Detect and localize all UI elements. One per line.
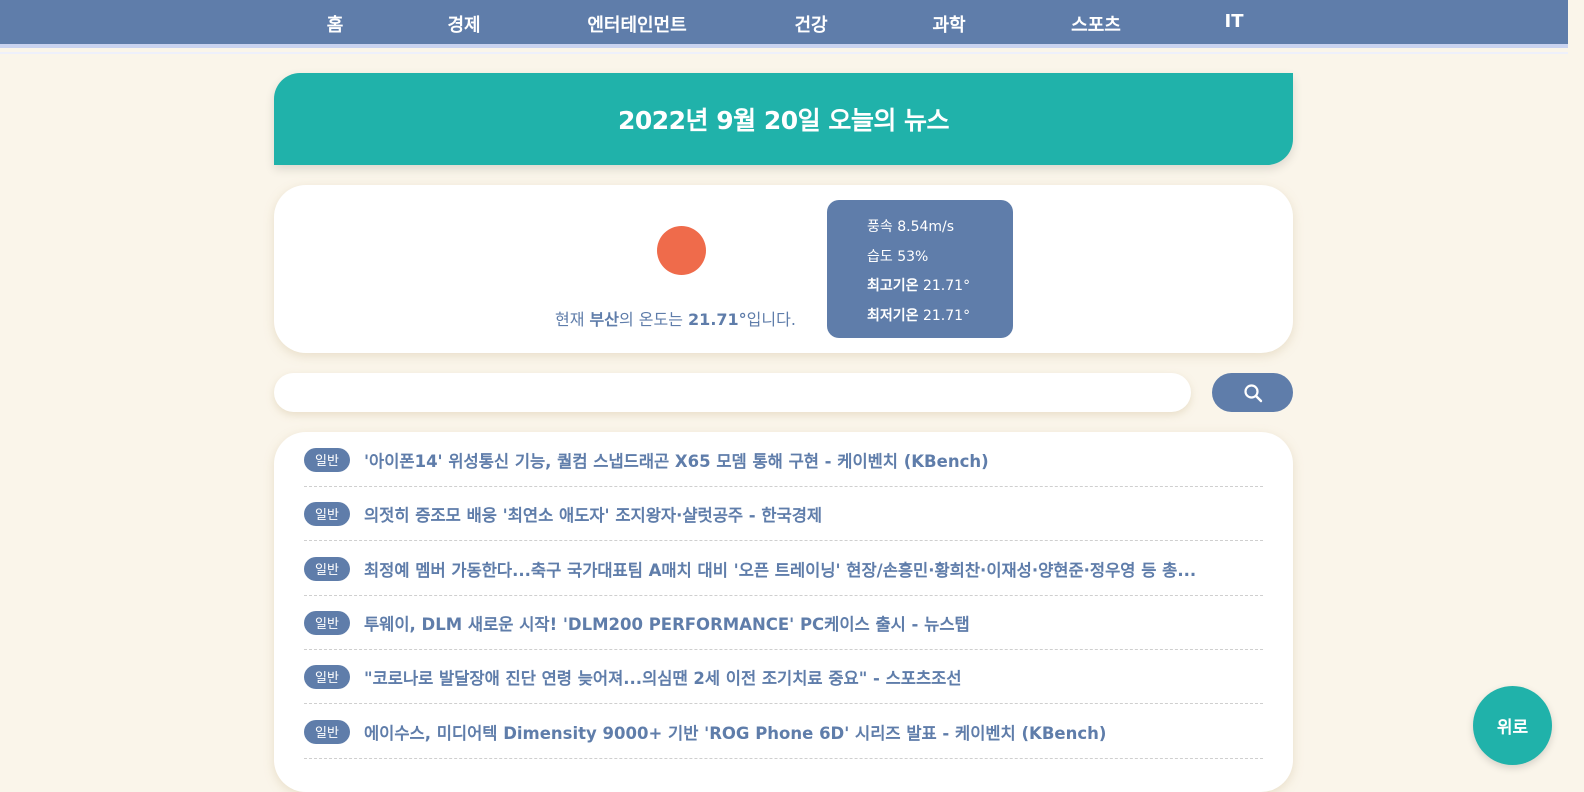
weather-stats: 풍속 8.54m/s 습도 53% 최고기온 21.71° 최저기온 21.71… <box>827 200 1013 338</box>
wind-stat: 풍속 8.54m/s <box>867 216 954 236</box>
news-title-link[interactable]: '아이폰14' 위성통신 기능, 퀄컴 스냅드래곤 X65 모뎀 통해 구현 -… <box>364 448 989 472</box>
min-temp-label: 최저기온 <box>867 308 919 324</box>
news-title-link[interactable]: 투웨이, DLM 새로운 시작! 'DLM200 PERFORMANCE' PC… <box>364 611 970 635</box>
category-badge: 일반 <box>304 664 350 689</box>
humidity-value: 53% <box>897 249 929 265</box>
nav-item-science[interactable]: 과학 <box>932 11 965 37</box>
list-item[interactable]: 일반 투웨이, DLM 새로운 시작! 'DLM200 PERFORMANCE'… <box>304 596 1263 650</box>
current-temperature: 21.71° <box>688 310 747 329</box>
list-item[interactable]: 일반 에이수스, 미디어텍 Dimensity 9000+ 기반 'ROG Ph… <box>304 705 1263 759</box>
category-badge: 일반 <box>304 447 350 472</box>
temperature-prefix: 현재 <box>555 310 590 329</box>
sun-icon <box>657 226 706 275</box>
humidity-label: 습도 <box>867 249 893 265</box>
temperature-sentence: 현재 부산의 온도는 21.71°입니다. <box>555 306 806 330</box>
nav-item-entertainment[interactable]: 엔터테인먼트 <box>587 11 686 37</box>
wind-value: 8.54m/s <box>897 219 955 235</box>
news-list: 일반 '아이폰14' 위성통신 기능, 퀄컴 스냅드래곤 X65 모뎀 통해 구… <box>274 432 1293 792</box>
nav-item-health[interactable]: 건강 <box>794 11 827 37</box>
weather-card: 현재 부산의 온도는 21.71°입니다. 풍속 8.54m/s 습도 53% … <box>274 185 1293 353</box>
news-title-link[interactable]: 에이수스, 미디어텍 Dimensity 9000+ 기반 'ROG Phone… <box>364 720 1106 744</box>
category-badge: 일반 <box>304 501 350 526</box>
news-title-link[interactable]: 의젓히 증조모 배웅 '최연소 애도자' 조지왕자·샬럿공주 - 한국경제 <box>364 502 822 526</box>
page-title: 2022년 9월 20일 오늘의 뉴스 <box>617 106 950 135</box>
scroll-top-button[interactable]: 위로 <box>1473 686 1552 765</box>
category-badge: 일반 <box>304 719 350 744</box>
nav-item-it[interactable]: IT <box>1225 11 1244 32</box>
temperature-mid: 의 온도는 <box>618 310 689 329</box>
search-input[interactable] <box>274 373 1191 412</box>
max-temp-value: 21.71° <box>922 278 971 294</box>
nav-item-economy[interactable]: 경제 <box>447 11 480 37</box>
humidity-stat: 습도 53% <box>867 246 928 266</box>
max-temp-stat: 최고기온 21.71° <box>867 275 970 295</box>
list-item[interactable]: 일반 최정예 멤버 가동한다...축구 국가대표팀 A매치 대비 '오픈 트레이… <box>304 542 1263 596</box>
city-name: 부산 <box>589 310 619 329</box>
category-badge: 일반 <box>304 610 350 635</box>
nav-divider <box>0 52 1568 54</box>
min-temp-stat: 최저기온 21.71° <box>867 305 970 325</box>
top-nav: 홈 경제 엔터테인먼트 건강 과학 스포츠 IT <box>0 0 1568 48</box>
date-banner: 2022년 9월 20일 오늘의 뉴스 <box>274 73 1293 165</box>
search-button[interactable] <box>1212 373 1293 412</box>
list-item[interactable]: 일반 "코로나로 발달장애 진단 연령 늦어져...의심땐 2세 이전 조기치료… <box>304 650 1263 704</box>
news-title-link[interactable]: 최정예 멤버 가동한다...축구 국가대표팀 A매치 대비 '오픈 트레이닝' … <box>364 557 1196 581</box>
min-temp-value: 21.71° <box>922 308 971 324</box>
wind-label: 풍속 <box>867 219 893 235</box>
nav-item-home[interactable]: 홈 <box>327 11 344 37</box>
list-item[interactable]: 일반 '아이폰14' 위성통신 기능, 퀄컴 스냅드래곤 X65 모뎀 통해 구… <box>304 433 1263 487</box>
nav-item-sports[interactable]: 스포츠 <box>1071 11 1121 37</box>
temperature-suffix: 입니다. <box>746 310 796 329</box>
list-item[interactable]: 일반 의젓히 증조모 배웅 '최연소 애도자' 조지왕자·샬럿공주 - 한국경제 <box>304 487 1263 541</box>
max-temp-label: 최고기온 <box>867 278 919 294</box>
news-title-link[interactable]: "코로나로 발달장애 진단 연령 늦어져...의심땐 2세 이전 조기치료 중요… <box>364 665 962 689</box>
search-icon <box>1243 383 1262 402</box>
category-badge: 일반 <box>304 556 350 581</box>
